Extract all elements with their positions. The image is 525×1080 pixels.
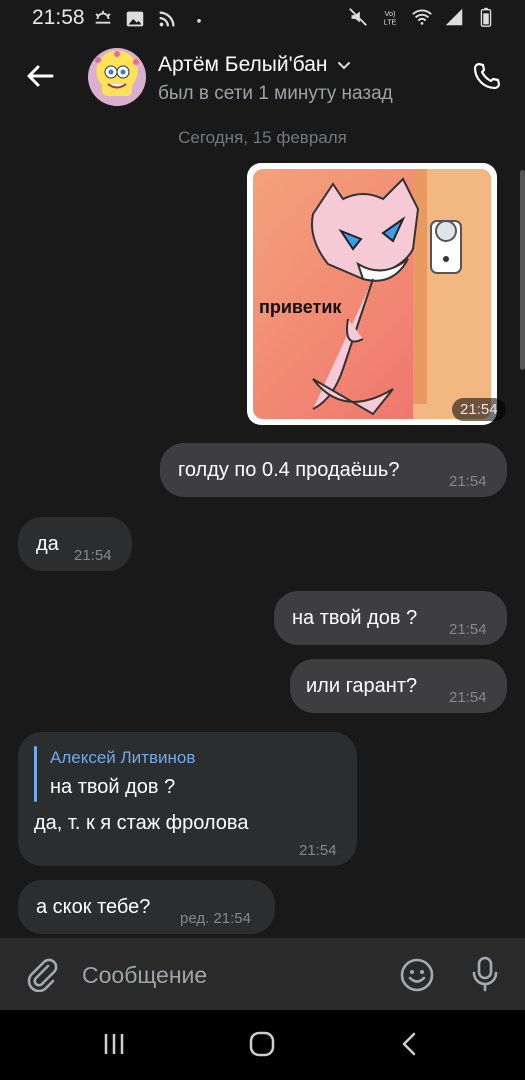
message-text: голду по 0.4 продаёшь? [178, 459, 400, 481]
reply-quote-bar [34, 746, 37, 802]
message-text: а скок тебе? [36, 896, 151, 918]
message-text: да [36, 533, 59, 555]
notification-icons [92, 8, 210, 30]
dot-icon [197, 19, 201, 23]
svg-text:LTE: LTE [384, 17, 397, 26]
status-bar: 21:58 Vo) LTE [0, 0, 525, 36]
status-time: 21:58 [32, 6, 85, 29]
back-icon[interactable] [396, 1030, 424, 1058]
battery-icon [480, 7, 492, 27]
message-bubble-outgoing[interactable]: или гарант? 21:54 [290, 659, 507, 713]
wifi-icon [412, 9, 432, 25]
recent-apps-icon[interactable] [100, 1032, 128, 1056]
reply-quoted-text: на твой дов ? [50, 776, 176, 798]
contact-status: был в сети 1 минуту назад [158, 83, 393, 104]
reply-author[interactable]: Алексей Литвинов [50, 748, 195, 768]
image-icon [126, 11, 144, 27]
microphone-icon[interactable] [466, 954, 504, 994]
scrollbar[interactable] [520, 170, 525, 370]
back-arrow-icon[interactable] [22, 58, 58, 94]
paperclip-icon[interactable] [22, 954, 60, 992]
message-bubble-outgoing[interactable]: на твой дов ? 21:54 [274, 591, 507, 645]
message-text: или гарант? [306, 675, 418, 697]
home-icon[interactable] [248, 1030, 276, 1058]
message-time: ред. 21:54 [180, 910, 251, 927]
phone-icon[interactable] [469, 58, 505, 94]
message-bubble-incoming[interactable]: а скок тебе? ред. 21:54 [18, 880, 275, 934]
volte-icon: Vo)LTE [384, 9, 397, 26]
sticker-image: приветик [253, 169, 491, 419]
message-text: да, т. к я стаж фролова [34, 812, 249, 834]
message-bubble-incoming[interactable]: да 21:54 [18, 517, 132, 571]
message-time: 21:54 [449, 473, 487, 490]
emoji-icon[interactable] [398, 956, 436, 994]
mute-icon [349, 8, 367, 26]
avatar-image [95, 51, 139, 96]
rss-icon [159, 11, 175, 27]
date-separator: Сегодня, 15 февраля [178, 128, 347, 147]
avatar[interactable] [88, 48, 146, 106]
system-icons: Vo) LTE [347, 6, 497, 28]
sticker-caption: приветик [259, 297, 342, 317]
message-time: 21:54 [299, 842, 337, 859]
message-time: 21:54 [449, 689, 487, 706]
signal-icon [445, 8, 463, 26]
message-time: 21:54 [449, 621, 487, 638]
message-text: на твой дов ? [292, 607, 418, 629]
message-time: 21:54 [74, 547, 112, 564]
message-input[interactable] [82, 960, 362, 990]
message-bubble-outgoing[interactable]: голду по 0.4 продаёшь? 21:54 [160, 443, 507, 497]
system-navigation-bar [0, 1010, 525, 1080]
sticker-message[interactable]: приветик [247, 163, 497, 425]
message-composer [0, 938, 525, 1010]
contact-name: Артём Белый'бан [158, 53, 328, 76]
sticker-time: 21:54 [452, 398, 506, 421]
weather-icon [95, 10, 111, 24]
chat-header: Артём Белый'бан был в сети 1 минуту наза… [0, 36, 525, 120]
chat-title[interactable]: Артём Белый'бан [158, 53, 353, 77]
chevron-down-icon [338, 62, 351, 70]
